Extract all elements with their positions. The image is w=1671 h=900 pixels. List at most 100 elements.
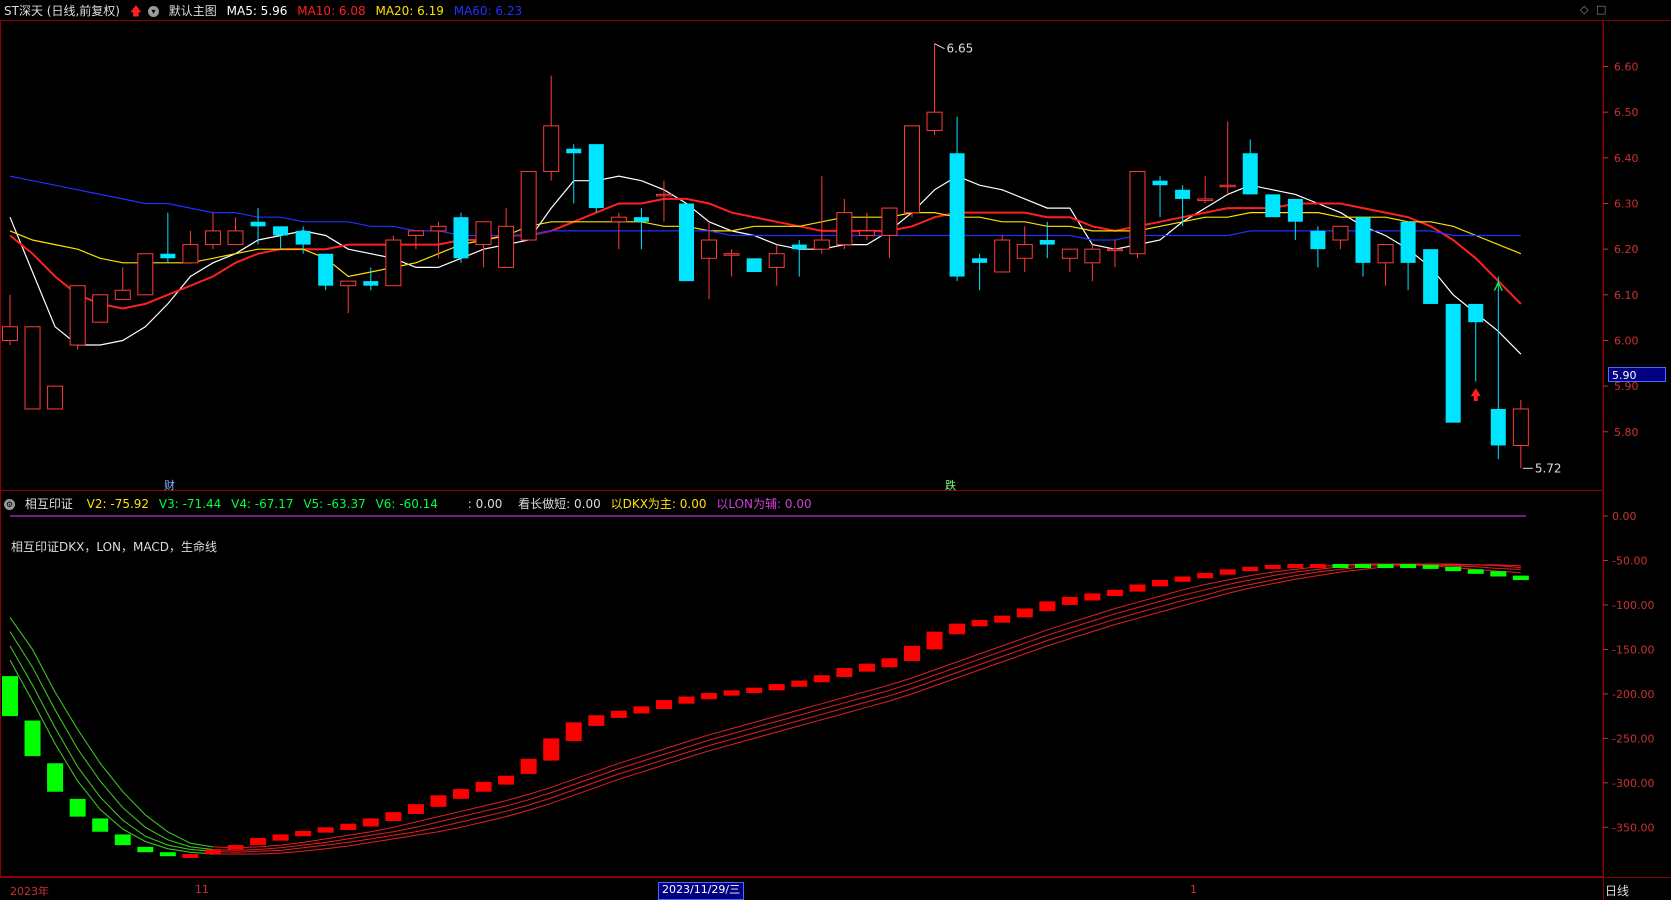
indicator-bar (1445, 566, 1462, 572)
candle-body-up (520, 171, 537, 241)
candle-body-up (137, 253, 154, 296)
candle-body-up (69, 285, 86, 346)
candle-body-down (1039, 240, 1055, 245)
indicator-bar (498, 775, 515, 785)
price-tick-label: 6.30 (1614, 197, 1639, 210)
candle (137, 253, 154, 296)
crosshair-date-label: 2023/11/29/三 (658, 882, 745, 900)
indicator-bar (836, 668, 853, 677)
candle-body-up (723, 253, 740, 256)
price-tick-label: 6.10 (1614, 289, 1639, 302)
candle (498, 208, 515, 268)
candle-body-down (566, 148, 582, 154)
current-price-tag: 5.90 (1608, 367, 1666, 382)
candle-body-down (363, 281, 379, 286)
v5-value: V5: -63.37 (303, 497, 366, 511)
blank-value: : 0.00 (467, 497, 503, 511)
indicator-bar (453, 789, 469, 799)
candle (1468, 303, 1484, 382)
candle-body-down (972, 258, 988, 263)
candle-body-up (227, 230, 244, 246)
indicator-bar (385, 812, 402, 822)
chart-canvas: 6.60 6.50 6.40 6.30 6.20 6.10 6.00 5.90 5.80 0.0… (0, 20, 1671, 900)
candle (836, 198, 853, 250)
candle (1310, 226, 1326, 268)
dkx-main-value: 以DKX为主: 0.00 (610, 497, 707, 511)
candle (1445, 303, 1461, 423)
candle (1106, 240, 1123, 268)
candle (791, 240, 807, 277)
indicator-tick-label: -100.00 (1612, 599, 1654, 612)
template-name[interactable]: 默认主图 (169, 4, 217, 18)
square-icon[interactable]: □ (1596, 3, 1606, 16)
period-selector[interactable]: 日线 (1605, 882, 1629, 899)
candle (1061, 248, 1078, 272)
gear-icon[interactable]: ⚙ (4, 499, 15, 510)
candle-body-up (1512, 408, 1529, 446)
finance-marker[interactable]: 财 (164, 477, 175, 493)
indicator-bar (1400, 564, 1417, 569)
candle-body-up (543, 125, 560, 173)
candle (1265, 194, 1281, 218)
indicator-bar (1490, 571, 1507, 577)
candle-body-up (385, 239, 402, 287)
candle-body-up (498, 225, 515, 268)
candle-body-up (407, 230, 424, 236)
candle (1512, 399, 1529, 469)
candle (114, 267, 131, 300)
indicator-bar (272, 834, 289, 841)
indicator-bar (1061, 596, 1078, 605)
indicator-title[interactable]: 相互印证 (25, 497, 73, 511)
indicator-line-v6 (9, 563, 1521, 855)
indicator-line-v4 (9, 563, 1521, 851)
indicator-bar (1219, 569, 1236, 575)
candle-body-up (655, 193, 672, 197)
candle-body-down (1490, 408, 1506, 446)
candle-body-up (1129, 171, 1146, 255)
diamond-icon[interactable]: ◇ (1580, 3, 1588, 16)
dropdown-icon[interactable]: ▾ (147, 6, 159, 17)
long-short-value: 看长做短: 0.00 (518, 497, 601, 511)
drop-marker[interactable]: 跌 (945, 477, 956, 493)
price-tick-label: 6.20 (1614, 243, 1639, 256)
candle (949, 116, 965, 282)
candle-body-down (679, 203, 694, 282)
candle (385, 235, 402, 287)
candle (881, 207, 898, 259)
candle-body-up (1219, 184, 1236, 188)
candle (227, 217, 244, 246)
candle (1197, 176, 1214, 204)
candle-body-down (1423, 249, 1439, 304)
candle-body-up (1332, 225, 1349, 241)
stock-title[interactable]: ST深天 (日线,前复权) (4, 4, 120, 18)
indicator-bar (723, 690, 740, 696)
candle (204, 212, 221, 250)
candle-body-up (2, 326, 18, 341)
indicator-bar (1377, 564, 1394, 569)
indicator-bar (813, 675, 830, 683)
indicator-bar (678, 696, 695, 704)
price-tick-label: 6.50 (1614, 106, 1639, 119)
candle-body-up (114, 289, 131, 300)
main-header: ST深天 (日线,前复权) 🡅 ▾ 默认主图 MA5: 5.96 MA10: 6… (4, 2, 528, 23)
candle (566, 144, 582, 204)
candle-body-down (250, 221, 266, 227)
candle-body-down (1175, 189, 1191, 199)
indicator-bar (69, 798, 86, 817)
candle (1152, 176, 1168, 218)
candle-body-down (588, 144, 604, 209)
price-tick-label: 6.40 (1614, 152, 1639, 165)
indicator-bar (926, 631, 943, 650)
candle-body-down (1355, 217, 1371, 263)
indicator-bar (430, 795, 447, 807)
candle (1129, 171, 1146, 259)
candle (1400, 221, 1416, 291)
indicator-tick-label: -50.00 (1612, 554, 1647, 567)
indicator-bar (2, 676, 18, 717)
indicator-tick-label: -200.00 (1612, 688, 1654, 701)
sub-header: ⚙ 相互印证 V2: -75.92 V3: -71.44 V4: -67.17 … (4, 495, 818, 512)
indicator-bar (114, 834, 131, 846)
candle (994, 235, 1011, 273)
price-tick-label: 5.80 (1614, 426, 1639, 439)
up-arrow-icon: 🡅 (129, 4, 143, 18)
